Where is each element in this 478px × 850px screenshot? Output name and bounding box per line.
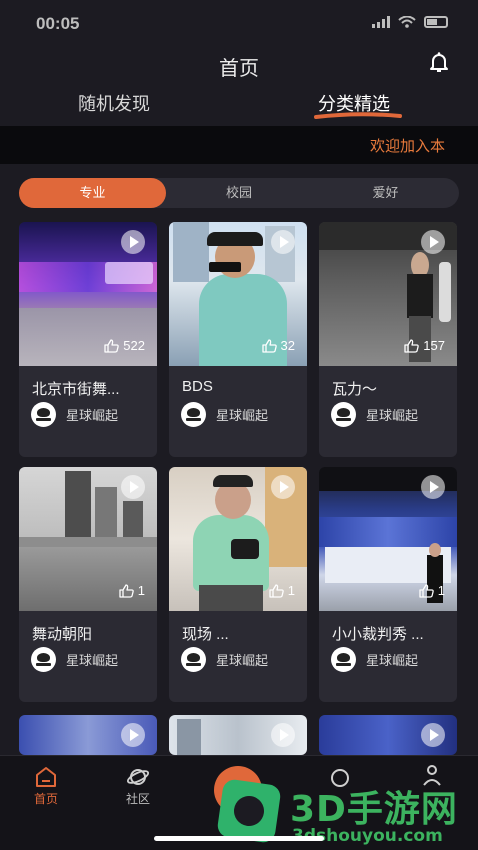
author-name: 星球崛起 — [366, 653, 419, 668]
author-name: 星球崛起 — [66, 408, 119, 423]
top-tabs: 随机发现 分类精选 — [0, 90, 478, 122]
video-card[interactable]: 1 小小裁判秀 ... 星球崛起 — [319, 467, 457, 702]
video-card[interactable]: 522 北京市街舞... 星球崛起 — [19, 222, 157, 457]
thumbs-up-icon — [269, 583, 284, 598]
like-count-value: 1 — [137, 583, 145, 598]
like-count-value: 522 — [123, 338, 145, 353]
video-card[interactable] — [319, 715, 457, 755]
author: 星球崛起 — [31, 402, 118, 427]
play-icon — [421, 723, 445, 747]
announcement-marquee: 欢迎加入本 — [0, 126, 478, 164]
play-icon — [271, 723, 295, 747]
play-icon — [421, 475, 445, 499]
thumbs-up-icon — [419, 583, 434, 598]
planet-icon — [126, 769, 150, 785]
video-card[interactable]: 1 现场 ... 星球崛起 — [169, 467, 307, 702]
status-time: 00:05 — [36, 14, 80, 33]
thumbs-up-icon — [104, 338, 120, 353]
card-title: 北京市街舞... — [32, 381, 120, 398]
segment-professional[interactable]: 专业 — [19, 178, 166, 208]
like-count: 157 — [404, 338, 445, 353]
video-thumbnail: 157 — [319, 222, 457, 366]
author-name: 星球崛起 — [216, 408, 269, 423]
play-icon — [271, 475, 295, 499]
video-card[interactable]: 32 BDS 星球崛起 — [169, 222, 307, 457]
play-icon — [121, 723, 145, 747]
video-card[interactable] — [19, 715, 157, 755]
tab-random-discover[interactable]: 随机发现 — [78, 90, 150, 116]
segment-hobby[interactable]: 爱好 — [312, 178, 459, 208]
like-count: 522 — [104, 338, 145, 353]
video-thumbnail: 32 — [169, 222, 307, 366]
play-icon — [271, 230, 295, 254]
like-count-value: 1 — [287, 583, 295, 598]
watermark-title: 3D手游网 — [290, 789, 458, 830]
segment-campus[interactable]: 校园 — [166, 178, 312, 208]
bell-icon[interactable] — [427, 50, 451, 74]
card-title: 现场 ... — [182, 626, 229, 643]
author: 星球崛起 — [31, 647, 118, 672]
like-count: 1 — [119, 583, 145, 598]
avatar — [331, 647, 356, 672]
video-card[interactable] — [169, 715, 307, 755]
author-name: 星球崛起 — [366, 408, 419, 423]
like-count-value: 32 — [280, 338, 295, 353]
home-indicator — [154, 836, 324, 841]
author-name: 星球崛起 — [216, 653, 269, 668]
avatar — [181, 647, 206, 672]
card-title: 瓦力～ — [332, 381, 378, 398]
like-count-value: 1 — [437, 583, 445, 598]
nav-home-label: 首页 — [33, 792, 58, 806]
like-count: 32 — [261, 338, 295, 353]
author: 星球崛起 — [331, 647, 418, 672]
category-segment: 专业 校园 爱好 — [19, 178, 459, 208]
video-thumbnail: 1 — [319, 467, 457, 611]
card-title: 小小裁判秀 ... — [332, 626, 424, 643]
home-icon — [36, 767, 56, 787]
avatar — [31, 647, 56, 672]
author: 星球崛起 — [331, 402, 418, 427]
nav-home[interactable]: 首页 — [11, 756, 81, 807]
author: 星球崛起 — [181, 402, 268, 427]
video-thumbnail: 1 — [19, 467, 157, 611]
marquee-text: 欢迎加入本 — [370, 138, 446, 155]
video-thumbnail: 522 — [19, 222, 157, 366]
author: 星球崛起 — [181, 647, 268, 672]
signal-icon — [372, 16, 390, 28]
thumbs-up-icon — [404, 338, 420, 353]
card-title: BDS — [182, 378, 213, 395]
video-thumbnail — [319, 715, 457, 755]
play-icon — [121, 230, 145, 254]
wifi-icon — [398, 16, 416, 28]
video-thumbnail — [169, 715, 307, 755]
author-name: 星球崛起 — [66, 653, 119, 668]
like-count: 1 — [269, 583, 295, 598]
like-count-value: 157 — [423, 338, 445, 353]
watermark-logo-icon — [216, 778, 282, 844]
avatar — [331, 402, 356, 427]
play-icon — [121, 475, 145, 499]
battery-icon — [424, 16, 448, 28]
thumbs-up-icon — [261, 338, 277, 353]
status-bar: 00:05 — [0, 0, 478, 46]
video-card[interactable]: 157 瓦力～ 星球崛起 — [319, 222, 457, 457]
video-card[interactable]: 1 舞动朝阳 星球崛起 — [19, 467, 157, 702]
video-thumbnail: 1 — [169, 467, 307, 611]
page-title: 首页 — [219, 58, 259, 80]
like-count: 1 — [419, 583, 445, 598]
nav-community-label: 社区 — [125, 792, 150, 806]
status-icons — [372, 16, 448, 28]
thumbs-up-icon — [119, 583, 134, 598]
avatar — [181, 402, 206, 427]
avatar — [31, 402, 56, 427]
card-title: 舞动朝阳 — [32, 626, 93, 643]
play-icon — [421, 230, 445, 254]
tab-category-picks[interactable]: 分类精选 — [318, 90, 390, 116]
video-thumbnail — [19, 715, 157, 755]
nav-community[interactable]: 社区 — [103, 756, 173, 807]
